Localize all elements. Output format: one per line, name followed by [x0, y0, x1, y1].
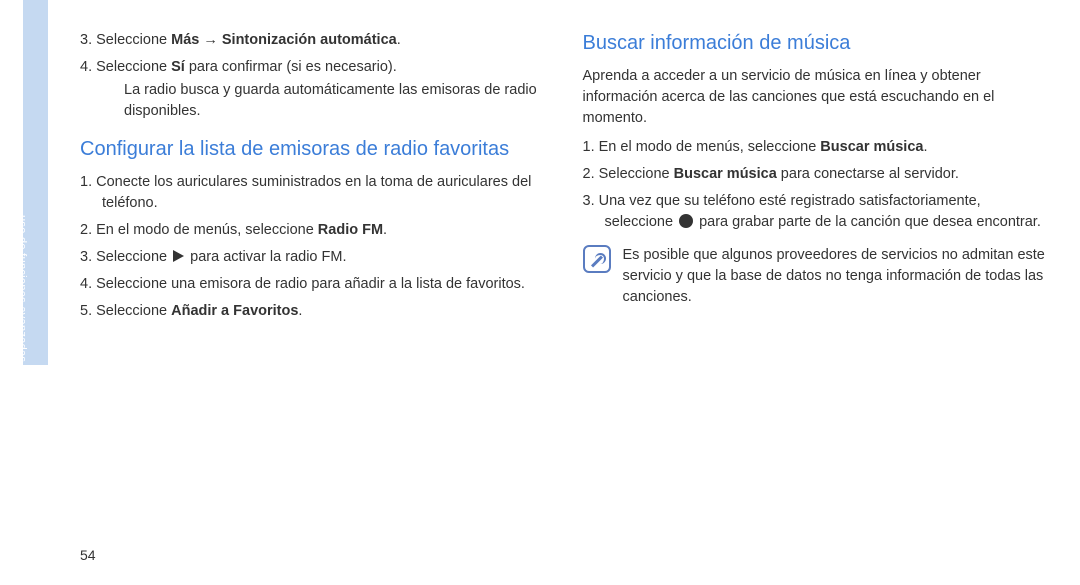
right-column: Buscar información de música Aprenda a a…	[583, 30, 1051, 328]
list-item: En el modo de menús, seleccione Buscar m…	[583, 137, 1051, 158]
list-item: Seleccione Añadir a Favoritos.	[80, 301, 548, 322]
list-item: En el modo de menús, seleccione Radio FM…	[80, 220, 548, 241]
intro-text: Aprenda a acceder a un servicio de músic…	[583, 66, 1051, 129]
note-text: Es posible que algunos proveedores de se…	[623, 245, 1051, 308]
list-item: Conecte los auriculares suministrados en…	[80, 172, 548, 214]
list-item: Seleccione Más → Sintonización automátic…	[80, 30, 548, 51]
note-box: Es posible que algunos proveedores de se…	[583, 245, 1051, 308]
list-item-sub: La radio busca y guarda automáticamente …	[102, 80, 548, 122]
list-favorites: Conecte los auriculares suministrados en…	[80, 172, 548, 322]
list-item: Una vez que su teléfono esté registrado …	[583, 191, 1051, 233]
side-tab-label: uso de funciones avanzadas	[16, 215, 28, 362]
left-column: Seleccione Más → Sintonización automátic…	[80, 30, 548, 328]
list-item: Seleccione Buscar música para conectarse…	[583, 164, 1051, 185]
heading-favorites: Configurar la lista de emisoras de radio…	[80, 136, 548, 162]
play-icon	[173, 250, 184, 262]
list-item: Seleccione para activar la radio FM.	[80, 247, 548, 268]
content-area: Seleccione Más → Sintonización automátic…	[80, 30, 1050, 328]
record-icon	[679, 214, 693, 228]
heading-search-music: Buscar información de música	[583, 30, 1051, 56]
list-search-music: En el modo de menús, seleccione Buscar m…	[583, 137, 1051, 233]
page-number: 54	[80, 547, 96, 563]
note-icon	[583, 245, 611, 273]
list-item: Seleccione Sí para confirmar (si es nece…	[80, 57, 548, 122]
list-auto-tune: Seleccione Más → Sintonización automátic…	[80, 30, 548, 122]
list-item: Seleccione una emisora de radio para aña…	[80, 274, 548, 295]
